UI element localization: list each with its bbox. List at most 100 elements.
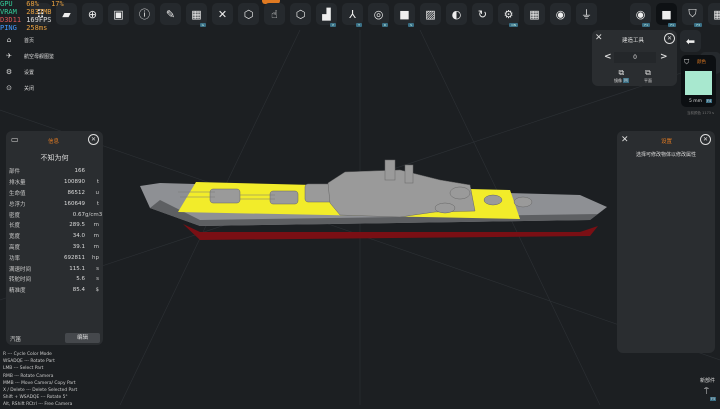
- mirror-label: 镜像: [614, 78, 622, 83]
- tools-icon: ✕: [595, 33, 603, 43]
- close-icon[interactable]: ✕: [88, 134, 99, 145]
- settings-panel: ✕ 设置 ✕ 选择可修改物体以修改属性: [617, 131, 715, 353]
- info-unit: s: [96, 265, 99, 272]
- edit-button[interactable]: 编辑: [65, 333, 100, 343]
- info-unit: m: [93, 233, 99, 240]
- info-value: 34.0: [72, 233, 85, 240]
- info-value: 166: [74, 168, 86, 175]
- info-label: 总浮力: [9, 201, 26, 208]
- plane-label: 平面: [644, 78, 652, 83]
- size-label: 5 mm: [689, 99, 703, 104]
- stat-value: 169: [26, 16, 39, 24]
- hull-bottom: [183, 224, 598, 240]
- help-line: R --- Cycle Color Mode: [3, 352, 52, 357]
- stat-label: VRAM: [0, 8, 17, 16]
- color-label: 颜色: [697, 60, 706, 65]
- info-label: 排水量: [9, 180, 26, 187]
- info-unit: g/cm3: [85, 211, 103, 218]
- color-picker: ⛉ 颜色 5 mm F4: [681, 55, 716, 107]
- help-line: Shift + WSADQE --- Rotate 5°: [3, 395, 68, 401]
- close-icon[interactable]: ✕: [664, 33, 675, 44]
- copy-icon: ⧉: [645, 68, 651, 77]
- info-label: 转舵时间: [9, 277, 32, 284]
- stat-unit: %: [59, 0, 64, 8]
- info-row: 宽度 34.0 m: [6, 231, 103, 242]
- tools-icon: ✕: [621, 135, 629, 145]
- battleship-model[interactable]: [140, 159, 607, 240]
- settings-title: 设置: [661, 139, 673, 145]
- info-row: 高度 39.1 m: [6, 242, 103, 253]
- performance-stats: GPU 68% 17% VRAM 2837MB D3D11 169FPS PIN…: [0, 0, 64, 32]
- info-label: 高度: [9, 244, 21, 251]
- build-tools-panel: ✕ 建造工具 ✕ < 0 > ⧉ 镜像 M ⧉ 平面: [592, 30, 677, 86]
- info-unit: m: [93, 222, 99, 229]
- ship-name: 不知为何: [40, 154, 69, 162]
- increment-button[interactable]: >: [660, 52, 668, 62]
- info-stats-list: 部件 166 排水量 100890 t 生命值 86512 u 总浮力 160649 t 密度 0.67…: [6, 166, 103, 296]
- info-value: 39.1: [72, 243, 85, 250]
- info-unit: t: [96, 179, 99, 186]
- stat-label: GPU: [0, 0, 13, 8]
- info-unit: s: [96, 276, 99, 283]
- info-row: 长度 289.5 m: [6, 220, 103, 231]
- info-value: 115.1: [69, 265, 85, 272]
- plane-button[interactable]: ⧉ 平面: [644, 68, 652, 84]
- stat-label: PING: [0, 24, 17, 32]
- settings-hint: 选择可修改物体以修改属性: [635, 152, 696, 158]
- close-icon[interactable]: ✕: [700, 134, 711, 145]
- help-line: RMB --- Rotate Camera: [3, 373, 54, 379]
- info-value: 86512: [67, 189, 86, 196]
- mirror-button[interactable]: ⧉ 镜像 M: [614, 68, 629, 84]
- key-badge: F4: [706, 99, 713, 103]
- info-label: 生命值: [9, 190, 26, 197]
- undo-button[interactable]: ⬅: [680, 30, 701, 52]
- info-unit: m: [93, 243, 99, 250]
- message-icon[interactable]: ▭: [11, 135, 19, 144]
- help-line: LMB --- Select Part: [3, 366, 44, 372]
- info-row: 部件 166: [6, 166, 103, 177]
- stat-value: 68: [26, 0, 35, 8]
- info-row: 排水量 100890 t: [6, 177, 103, 188]
- stat-unit: ms: [38, 24, 48, 32]
- help-line: MMB --- Move Camera/ Copy Part: [3, 380, 76, 386]
- info-panel: ▭ 信息 ✕ 不知为何 部件 166 排水量 100890 t 生命值 86512 u 总浮力 1…: [6, 131, 103, 345]
- decrement-button[interactable]: <: [604, 52, 612, 62]
- shield-icon: ⛉: [684, 58, 690, 66]
- info-label: 宽度: [9, 234, 21, 241]
- upload-icon[interactable]: ⍑: [704, 387, 709, 397]
- info-row: 密度 0.67 g/cm3: [6, 209, 103, 220]
- info-value: 85.4: [72, 287, 85, 294]
- stat-unit: FPS: [38, 16, 52, 24]
- info-value: 160649: [64, 200, 85, 207]
- stat-value: 2837: [26, 8, 44, 16]
- info-row: 总浮力 160649 t: [6, 198, 103, 209]
- info-row: 转舵时间 5.6 s: [6, 274, 103, 285]
- info-row: 生命值 86512 u: [6, 188, 103, 199]
- value-field[interactable]: 0: [614, 52, 656, 63]
- color-swatch[interactable]: [685, 71, 712, 95]
- info-label: 部件: [9, 169, 21, 176]
- new-part-label: 新部件: [700, 378, 716, 384]
- info-unit: $: [95, 287, 100, 294]
- stat-label: D3D11: [0, 16, 22, 24]
- info-value: 0.67: [72, 211, 85, 218]
- info-label: 功率: [9, 255, 21, 262]
- help-line: X / Delete --- Delete Selected Part: [3, 388, 78, 394]
- key-badge: M: [623, 78, 629, 83]
- info-value: 692811: [64, 254, 85, 261]
- info-value: 289.5: [69, 222, 85, 229]
- horn-button[interactable]: 汽笛: [10, 335, 21, 343]
- info-value: 5.6: [76, 276, 85, 283]
- info-label: 密度: [9, 212, 21, 219]
- stat-unit: %: [34, 0, 39, 8]
- copy-icon: ⧉: [618, 68, 625, 77]
- info-row: 功率 692811 hp: [6, 252, 103, 263]
- info-tab[interactable]: 信息: [48, 137, 59, 145]
- info-row: 满速时间 115.1 s: [6, 263, 103, 274]
- stat-value: 258: [26, 24, 39, 32]
- controls-help: R --- Cycle Color Mode WSADQE --- Rotate …: [3, 351, 77, 409]
- info-label: 长度: [9, 223, 21, 230]
- info-label: 满速时间: [9, 266, 32, 273]
- help-line: WSADQE --- Rotate Part: [3, 359, 55, 365]
- key-badge: F5: [710, 397, 717, 401]
